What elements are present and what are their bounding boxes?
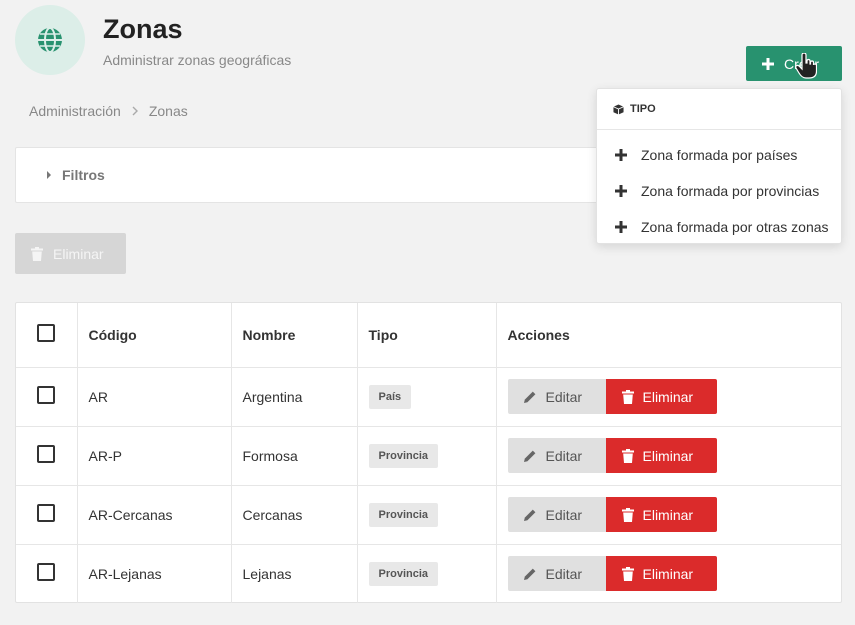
dropdown-item-zona-provincias[interactable]: Zona formada por provincias — [597, 173, 841, 209]
select-all-checkbox[interactable] — [37, 324, 55, 343]
plus-icon — [615, 221, 627, 233]
dropdown-header: TIPO — [597, 89, 841, 130]
trash-icon — [621, 566, 634, 581]
caret-right-icon — [47, 171, 51, 179]
table-row: AR-Cercanas Cercanas Provincia Editar El… — [16, 485, 841, 545]
breadcrumb-item-zonas: Zonas — [148, 103, 188, 119]
edit-button[interactable]: Editar — [507, 497, 606, 532]
globe-icon — [38, 27, 62, 53]
dropdown-item-zona-paises[interactable]: Zona formada por países — [597, 137, 841, 173]
delete-button-label: Eliminar — [642, 506, 694, 523]
row-code: AR-P — [77, 426, 232, 486]
row-checkbox[interactable] — [37, 445, 55, 463]
chevron-right-icon — [132, 106, 138, 116]
breadcrumb-item-administracion[interactable]: Administración — [29, 103, 121, 119]
trash-icon — [621, 389, 634, 404]
hand-cursor-icon — [795, 53, 817, 79]
page-subtitle: Administrar zonas geográficas — [103, 52, 292, 68]
row-name: Argentina — [231, 367, 358, 427]
edit-button[interactable]: Editar — [507, 438, 606, 473]
page-title: Zonas — [103, 14, 183, 44]
delete-button-label: Eliminar — [642, 565, 694, 582]
row-code: AR-Lejanas — [77, 544, 232, 603]
row-name: Formosa — [231, 426, 358, 486]
delete-button[interactable]: Eliminar — [605, 438, 717, 473]
pencil-icon — [523, 450, 535, 462]
delete-button-label: Eliminar — [642, 447, 694, 464]
trash-icon — [621, 507, 634, 522]
table-row: AR Argentina País Editar Eliminar — [16, 367, 841, 427]
filters-label: Filtros — [62, 167, 105, 183]
dropdown-item-zona-otras-zonas[interactable]: Zona formada por otras zonas — [597, 209, 841, 245]
row-name: Lejanas — [231, 544, 358, 603]
plus-icon — [615, 185, 627, 197]
row-checkbox[interactable] — [37, 563, 55, 582]
zones-table: Código Nombre Tipo Acciones AR Argentina… — [15, 302, 842, 603]
zones-page-icon — [15, 5, 85, 75]
dropdown-item-label: Zona formada por otras zonas — [641, 219, 829, 235]
table-header-row: Código Nombre Tipo Acciones — [16, 303, 841, 368]
delete-button[interactable]: Eliminar — [605, 556, 717, 592]
bulk-delete-label: Eliminar — [53, 245, 104, 262]
table-row: AR-Lejanas Lejanas Provincia Editar Elim… — [16, 544, 841, 603]
edit-button[interactable]: Editar — [507, 379, 606, 414]
plus-icon — [762, 57, 774, 70]
column-header-acciones: Acciones — [496, 303, 841, 368]
type-badge: Provincia — [368, 502, 439, 527]
edit-button-label: Editar — [545, 447, 583, 464]
row-name: Cercanas — [231, 485, 358, 545]
trash-icon — [31, 246, 43, 261]
create-type-dropdown: TIPO Zona formada por países Zona formad… — [596, 88, 842, 244]
delete-button[interactable]: Eliminar — [605, 379, 717, 414]
type-badge: Provincia — [368, 443, 439, 468]
plus-icon — [615, 149, 627, 161]
column-header-tipo[interactable]: Tipo — [357, 303, 497, 368]
pencil-icon — [523, 568, 535, 580]
edit-button-label: Editar — [545, 388, 583, 405]
bulk-delete-button[interactable]: Eliminar — [15, 233, 126, 274]
trash-icon — [621, 448, 634, 463]
pencil-icon — [523, 391, 535, 403]
row-code: AR — [77, 367, 232, 427]
pencil-icon — [523, 509, 535, 521]
column-header-nombre[interactable]: Nombre — [231, 303, 358, 368]
table-row: AR-P Formosa Provincia Editar Eliminar — [16, 426, 841, 486]
row-checkbox[interactable] — [37, 504, 55, 522]
delete-button[interactable]: Eliminar — [605, 497, 717, 532]
edit-button[interactable]: Editar — [507, 556, 606, 592]
row-checkbox[interactable] — [37, 386, 55, 404]
edit-button-label: Editar — [545, 506, 583, 523]
delete-button-label: Eliminar — [642, 388, 694, 405]
dropdown-item-label: Zona formada por provincias — [641, 183, 820, 199]
type-badge: País — [368, 384, 412, 409]
cube-icon — [613, 103, 624, 115]
create-button[interactable]: Crear — [746, 46, 842, 81]
row-code: AR-Cercanas — [77, 485, 232, 545]
breadcrumb: Administración Zonas — [29, 103, 188, 119]
dropdown-item-label: Zona formada por países — [641, 147, 798, 163]
dropdown-header-label: TIPO — [630, 103, 656, 115]
type-badge: Provincia — [368, 561, 439, 586]
edit-button-label: Editar — [545, 565, 583, 582]
column-header-codigo[interactable]: Código — [77, 303, 232, 368]
